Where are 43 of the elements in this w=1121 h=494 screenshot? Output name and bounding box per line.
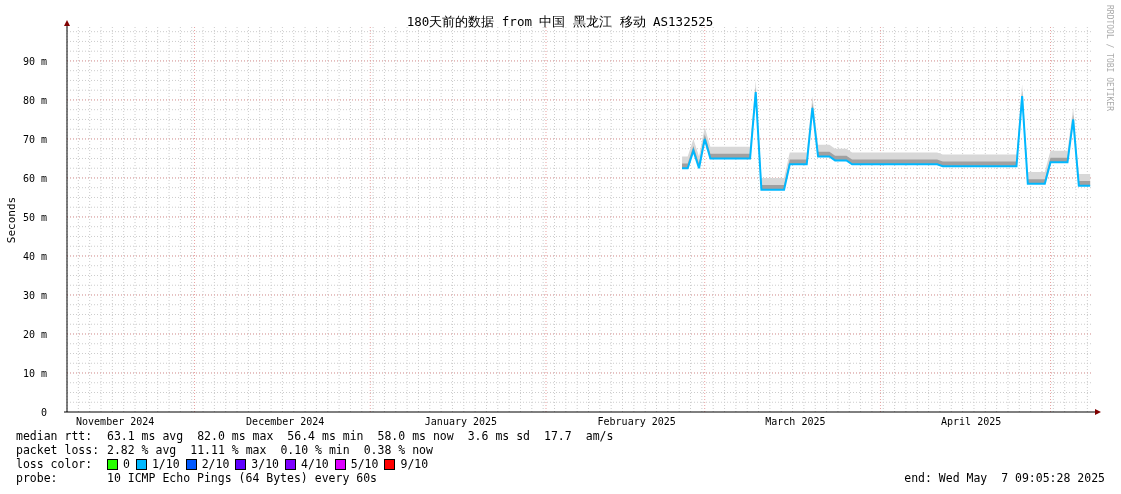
legend-label: loss color: [16, 457, 94, 471]
end-time: end: Wed May 7 09:05:28 2025 [904, 471, 1105, 485]
axis-tick-label: 60 m [22, 172, 47, 184]
axis-title: Seconds [5, 196, 18, 244]
axis-tick-label: December 2024 [246, 416, 325, 427]
stat-value: 82.0 ms max [197, 429, 274, 443]
legend-item: 1/10 [151, 457, 180, 471]
legend-item: 2/10 [201, 457, 230, 471]
axis-tick-label: 40 m [22, 250, 47, 262]
axis-tick-label: 0 [40, 407, 47, 418]
legend-label: median rtt: [16, 429, 94, 443]
axis-tick-label: March 2025 [765, 416, 826, 427]
axis-tick-label: February 2025 [597, 416, 676, 427]
axis-tick-label: 50 m [22, 211, 47, 223]
legend-item: 9/10 [400, 457, 429, 471]
legend-item: 3/10 [251, 457, 280, 471]
legend-item: 4/10 [301, 457, 329, 471]
stat-value: 58.0 ms now [377, 429, 454, 443]
stat-value: am/s [585, 429, 614, 443]
stat-value: 11.11 % max [190, 443, 267, 457]
legend-label: packet loss: [16, 443, 101, 457]
stat-value: 17.7 [544, 429, 572, 443]
stat-value: 0.10 % min [280, 443, 350, 457]
legend-label: probe: [16, 471, 59, 485]
axis-tick-label: 10 m [22, 368, 47, 379]
chart-title: 180天前的数据 from 中国 黑龙江 移动 AS132525 [406, 14, 714, 29]
axis-tick-label: 80 m [22, 94, 47, 106]
stat-value: 0.38 % now [363, 443, 433, 457]
axis-tick-label: April 2025 [941, 416, 1002, 427]
stat-value: 56.4 ms min [287, 429, 364, 443]
axis-tick-label: 70 m [22, 133, 47, 145]
probe-description: 10 ICMP Echo Pings (64 Bytes) every 60s [107, 471, 378, 485]
axis-tick-label: 20 m [22, 329, 47, 340]
stat-value: 2.82 % avg [107, 443, 177, 457]
legend-item: 5/10 [350, 457, 379, 471]
axis-tick-label: November 2024 [76, 416, 155, 427]
axis-tick-label: January 2025 [424, 416, 498, 427]
axis-tick-label: 30 m [22, 290, 47, 301]
legend-item: 0 [123, 457, 130, 471]
axis-tick-label: 90 m [22, 55, 47, 67]
stat-value: 63.1 ms avg [107, 429, 184, 443]
stat-value: 3.6 ms sd [467, 429, 530, 443]
credit-text: RRDTOOL / TOBI OETIKER [1105, 5, 1114, 111]
